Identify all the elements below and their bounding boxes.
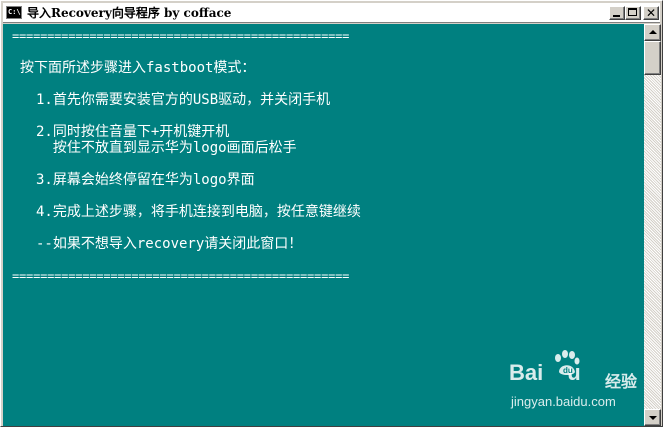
baidu-logo-left: Bai: [509, 360, 544, 385]
console-line-step3: 3.屏幕会始终停留在华为logo界面: [36, 172, 255, 188]
maximize-button[interactable]: [625, 6, 641, 20]
window-title: 导入Recovery向导程序 by cofface: [27, 6, 232, 20]
jingyan-text: 经验: [605, 372, 638, 391]
jingyan-url: jingyan.baidu.com: [511, 394, 616, 409]
arrow-up-icon: [649, 30, 657, 34]
arrow-down-icon: [649, 416, 657, 420]
title-bar[interactable]: C:\ 导入Recovery向导程序 by cofface ✕: [3, 3, 660, 23]
svg-text:du: du: [563, 366, 573, 375]
console-line-step2: 2.同时按住音量下+开机键开机: [36, 124, 230, 140]
console-line-step2-cont: 按住不放直到显示华为logo画面后松手: [36, 140, 297, 156]
console-line-note: --如果不想导入recovery请关闭此窗口！: [36, 236, 303, 252]
separator-top: ========================================…: [12, 29, 350, 43]
console-app-icon[interactable]: C:\: [6, 6, 22, 19]
console-window: C:\ 导入Recovery向导程序 by cofface ✕ ========…: [0, 0, 663, 427]
scroll-down-button[interactable]: [644, 409, 661, 426]
baidu-jingyan-watermark: Baiu du 经验 jingyan.baidu.com: [509, 350, 639, 414]
scrollbar-thumb[interactable]: [644, 41, 661, 75]
minimize-icon: [613, 15, 620, 17]
close-button[interactable]: ✕: [643, 6, 659, 20]
vertical-scrollbar[interactable]: [644, 24, 661, 426]
console-line-step4: 4.完成上述步骤，将手机连接到电脑，按任意键继续: [36, 204, 361, 220]
close-icon: ✕: [645, 6, 657, 20]
maximize-icon: [628, 8, 637, 16]
separator-bottom: ========================================…: [12, 269, 350, 283]
console-line-step1: 1.首先你需要安装官方的USB驱动，并关闭手机: [36, 92, 331, 108]
console-output[interactable]: ========================================…: [3, 24, 644, 426]
console-line-intro: 按下面所述步骤进入fastboot模式：: [20, 60, 256, 76]
minimize-button[interactable]: [609, 6, 625, 20]
baidu-paw-icon: du: [555, 350, 580, 375]
scroll-up-button[interactable]: [644, 24, 661, 41]
